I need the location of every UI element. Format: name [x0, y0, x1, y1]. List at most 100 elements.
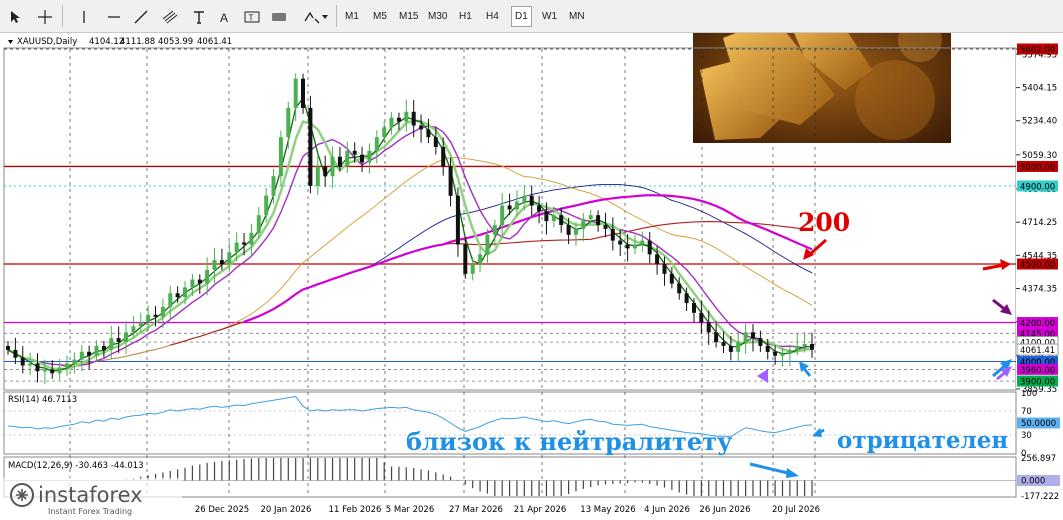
moving-average-line: [81, 183, 813, 364]
candle-body: [419, 125, 424, 130]
candle-body: [286, 107, 291, 138]
candle-body: [588, 215, 593, 220]
rsi-tick-label: 50.0000: [1021, 419, 1056, 429]
candle-body: [264, 195, 269, 216]
svg-text:A: A: [220, 11, 228, 24]
candle-body: [802, 344, 807, 346]
candle-body: [529, 195, 534, 206]
instaforex-logo: instaforex Instant Forex Trading: [0, 478, 182, 520]
candle-body: [773, 351, 778, 356]
time-axis-label: 27 Mar 2026: [449, 505, 503, 515]
price-label-text: 4900.00: [1020, 182, 1055, 192]
channel-icon[interactable]: [158, 6, 182, 27]
horizontal-line-icon[interactable]: [102, 6, 126, 27]
rsi-label: RSI(14) 46.7113: [8, 395, 77, 405]
candle-body: [751, 332, 755, 339]
symbol-name: XAUUSD,Daily: [17, 37, 77, 47]
ma-200-label: 200: [798, 208, 850, 237]
price-label-text: 3960.00: [1020, 366, 1055, 376]
candle-body: [743, 332, 748, 343]
candle-body: [566, 225, 571, 235]
candle-body: [765, 346, 770, 352]
timeframe-h1[interactable]: H1: [456, 6, 475, 27]
axis-tick-label: 4374.35: [1022, 285, 1057, 295]
candle-body: [131, 326, 136, 333]
moving-average-line: [7, 125, 813, 368]
candle-body: [234, 242, 239, 253]
candle-body: [205, 269, 210, 284]
macd-tick-label: 0.000: [1021, 476, 1045, 486]
toolbar: A T M1 M5 M15 M30 H1 H4 D1 W1 MN: [0, 0, 1063, 33]
trendline-icon[interactable]: [129, 6, 153, 27]
timeframe-m15[interactable]: M15: [396, 6, 421, 27]
candle-body: [293, 78, 298, 108]
arrow-icon: [749, 462, 799, 478]
timeframe-h4[interactable]: H4: [483, 6, 502, 27]
svg-text:instaforex: instaforex: [38, 483, 143, 507]
candle-body: [684, 293, 689, 304]
price-label-text: 3900.00: [1020, 378, 1055, 388]
candle-body: [795, 346, 800, 350]
text-icon[interactable]: [187, 6, 211, 27]
ohlc-high: 4111.88: [120, 37, 155, 47]
candle-body: [581, 219, 586, 229]
time-axis-label: 11 Feb 2026: [329, 505, 382, 515]
timeframe-mn[interactable]: MN: [566, 6, 588, 27]
cursor-icon[interactable]: [3, 6, 27, 27]
candle-body: [28, 363, 33, 366]
time-axis-label: 26 Dec 2025: [195, 505, 249, 515]
rsi-tick-label: 30: [1021, 431, 1032, 441]
crosshair-icon[interactable]: [33, 6, 57, 27]
candle-body: [57, 367, 62, 374]
chart-area[interactable]: 1007050.0000300 256.8970.000-177.222 560…: [0, 33, 1063, 520]
candle-body: [559, 215, 564, 225]
candle-body: [478, 254, 483, 265]
candle-body: [633, 244, 637, 249]
candle-body: [330, 156, 335, 177]
price-label-text: 5602.00: [1020, 46, 1055, 56]
candle-body: [810, 344, 814, 350]
vertical-line-icon[interactable]: [72, 6, 96, 27]
candle-body: [677, 283, 682, 294]
candle-body: [6, 346, 10, 350]
candle-body: [337, 156, 342, 167]
price-axis: 5602.005574.955404.155234.405059.304884.…: [1016, 43, 1063, 395]
candle-body: [500, 205, 505, 225]
candle-body: [618, 240, 623, 245]
time-axis-label: 13 May 2026: [580, 505, 635, 515]
candle-body: [352, 150, 357, 155]
candle-body: [278, 137, 283, 177]
dropdown-icon[interactable]: [8, 40, 13, 44]
macd-label: MACD(12,26,9) -30.463 -44.013: [8, 461, 144, 471]
ohlc-close: 4061.41: [197, 37, 232, 47]
toolbar-separator: [62, 5, 63, 27]
candle-body: [323, 166, 328, 177]
ohlc-open: 4104.12: [89, 37, 124, 47]
timeframe-m30[interactable]: M30: [425, 6, 450, 27]
macd-negative-annotation: отрицателен: [837, 427, 1008, 454]
candle-body: [625, 244, 630, 249]
timeframe-w1[interactable]: W1: [539, 6, 560, 27]
candle-body: [367, 150, 372, 163]
rectangle-icon[interactable]: [267, 6, 291, 27]
timeframe-d1[interactable]: D1: [511, 6, 532, 27]
timeframe-m1[interactable]: M1: [342, 6, 362, 27]
time-axis: 26 Dec 2025 20 Jan 2026 11 Feb 2026 5 Mar 2…: [195, 505, 820, 515]
candle-body: [411, 111, 416, 126]
moving-average-line: [7, 119, 813, 371]
shapes-dropdown-icon[interactable]: [301, 6, 331, 27]
candle-body: [463, 244, 468, 274]
price-label-text: 4500.00: [1020, 261, 1055, 271]
candle-body: [35, 363, 40, 372]
candle-body: [448, 166, 453, 196]
text-label-icon[interactable]: A: [213, 6, 237, 27]
text-label-icon[interactable]: T: [240, 6, 264, 27]
timeframe-m5[interactable]: M5: [370, 6, 390, 27]
time-axis-label: 20 Jul 2026: [772, 505, 820, 515]
candle-body: [308, 107, 313, 186]
time-axis-label: 5 Mar 2026: [386, 505, 434, 515]
candle-body: [256, 215, 261, 233]
candle-body: [101, 346, 106, 350]
rsi-neutral-annotation: близок к нейтралитету: [406, 427, 733, 456]
time-axis-label: 21 Apr 2026: [514, 505, 567, 515]
